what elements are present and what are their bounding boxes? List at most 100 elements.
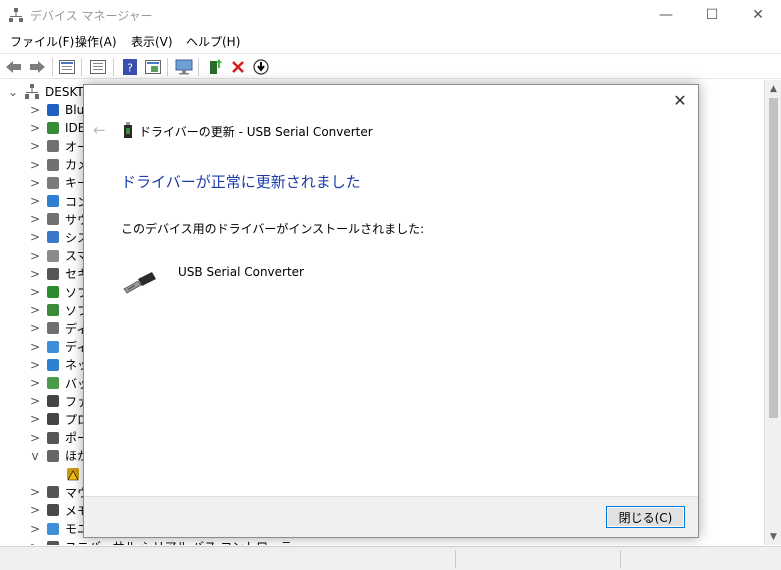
toolbar: ? (0, 53, 781, 79)
back-icon[interactable] (4, 57, 24, 77)
tree-item-label: Blu (65, 103, 85, 117)
smartcard-icon (47, 249, 59, 262)
status-pane (455, 550, 456, 568)
menu-view[interactable]: 表示(V) (131, 33, 173, 50)
firmware-icon (47, 395, 59, 408)
expand-icon[interactable]: > (30, 139, 40, 153)
usb-connector-icon (123, 272, 156, 294)
ide-icon (47, 122, 59, 135)
expand-icon[interactable]: > (30, 303, 40, 317)
view-icon[interactable] (88, 57, 108, 77)
toolbar-separator (113, 58, 114, 76)
menu-action[interactable]: 操作(A) (75, 33, 117, 50)
dialog-footer: 閉じる(C) (84, 496, 698, 537)
sound-icon (47, 213, 59, 226)
expand-icon[interactable]: > (30, 194, 40, 208)
warning-device-icon (67, 468, 79, 481)
title-bar: デバイス マネージャー — ☐ ✕ (0, 0, 781, 30)
tree-item[interactable]: > ユニバーサル シリアル バス コントローラー (0, 538, 304, 545)
scroll-down-icon[interactable]: ▼ (765, 528, 781, 545)
toolbar-separator (52, 58, 53, 76)
update-driver-icon[interactable] (205, 57, 225, 77)
keyboard-icon (47, 176, 59, 189)
dialog-heading: ドライバーが正常に更新されました (121, 173, 361, 191)
view-details-icon[interactable] (143, 57, 163, 77)
expand-icon[interactable]: > (30, 212, 40, 226)
security-icon (47, 267, 59, 280)
expand-icon[interactable]: > (30, 503, 40, 517)
expand-icon[interactable]: > (30, 412, 40, 426)
status-pane (620, 550, 621, 568)
expand-icon[interactable]: > (30, 394, 40, 408)
window-title: デバイス マネージャー (30, 9, 153, 23)
expand-icon[interactable]: > (30, 103, 40, 117)
scrollbar-thumb[interactable] (769, 98, 778, 418)
system-icon (47, 231, 59, 244)
expand-icon[interactable]: > (30, 358, 40, 372)
status-bar (0, 546, 781, 570)
software-device-icon (47, 304, 59, 317)
minimize-button[interactable]: — (643, 0, 689, 30)
expand-icon[interactable]: > (30, 158, 40, 172)
close-button[interactable]: 閉じる(C) (606, 506, 685, 528)
expand-icon[interactable]: > (30, 121, 40, 135)
expand-icon[interactable]: > (30, 176, 40, 190)
other-devices-icon (47, 449, 59, 462)
expand-icon[interactable]: > (30, 267, 40, 281)
monitor-icon (47, 522, 59, 535)
tree-root[interactable]: ⌄ DESKTO (0, 83, 93, 101)
camera-icon (47, 158, 59, 171)
scroll-up-icon[interactable]: ▲ (765, 80, 781, 97)
collapse-icon[interactable]: ⌄ (8, 85, 18, 99)
audio-icon (47, 140, 59, 153)
help-icon[interactable]: ? (120, 57, 140, 77)
tree-scrollbar[interactable]: ▲ ▼ (764, 80, 781, 545)
toolbar-separator (167, 58, 168, 76)
device-manager-icon (9, 8, 23, 22)
device-name: USB Serial Converter (178, 265, 304, 279)
expand-icon[interactable]: > (30, 522, 40, 536)
mouse-icon (47, 486, 59, 499)
display-icon (47, 340, 59, 353)
battery-icon (47, 377, 59, 389)
collapse-icon[interactable]: v (30, 449, 40, 463)
back-arrow-icon[interactable]: ← (93, 121, 106, 139)
expand-icon[interactable]: > (30, 485, 40, 499)
menu-help[interactable]: ヘルプ(H) (186, 33, 240, 50)
port-icon (47, 431, 59, 444)
expand-icon[interactable]: > (30, 249, 40, 263)
bluetooth-icon (47, 104, 59, 116)
toolbar-separator (81, 58, 82, 76)
software-component-icon (47, 286, 59, 298)
expand-icon[interactable]: > (30, 540, 40, 545)
expand-icon[interactable]: > (30, 376, 40, 390)
dialog-message: このデバイス用のドライバーがインストールされました: (121, 222, 425, 236)
disk-icon (47, 322, 59, 335)
expand-icon[interactable]: > (30, 230, 40, 244)
svg-text:?: ? (127, 62, 133, 75)
menu-bar: ファイル(F) 操作(A) 表示(V) ヘルプ(H) (0, 30, 781, 52)
toolbar-separator (198, 58, 199, 76)
computer-icon (47, 195, 59, 207)
memory-icon (47, 504, 59, 517)
dialog-close-icon[interactable]: ✕ (671, 91, 689, 110)
dialog-header-title: ドライバーの更新 - USB Serial Converter (139, 125, 373, 139)
tree-item-label: ユニバーサル シリアル バス コントローラー (65, 538, 304, 545)
close-window-button[interactable]: ✕ (735, 0, 781, 30)
forward-icon[interactable] (27, 57, 47, 77)
computer-root-icon (25, 84, 39, 99)
expand-icon[interactable]: > (30, 340, 40, 354)
network-icon (47, 358, 59, 371)
maximize-button[interactable]: ☐ (689, 0, 735, 30)
usb-controller-icon (47, 540, 59, 545)
menu-file[interactable]: ファイル(F) (10, 33, 74, 50)
download-icon[interactable] (251, 57, 271, 77)
expand-icon[interactable]: > (30, 321, 40, 335)
properties-icon[interactable] (57, 57, 77, 77)
uninstall-icon[interactable] (228, 57, 248, 77)
processor-icon (47, 413, 59, 426)
monitor-icon[interactable] (174, 57, 194, 77)
expand-icon[interactable]: > (30, 285, 40, 299)
expand-icon[interactable]: > (30, 431, 40, 445)
usb-device-icon (124, 122, 132, 138)
